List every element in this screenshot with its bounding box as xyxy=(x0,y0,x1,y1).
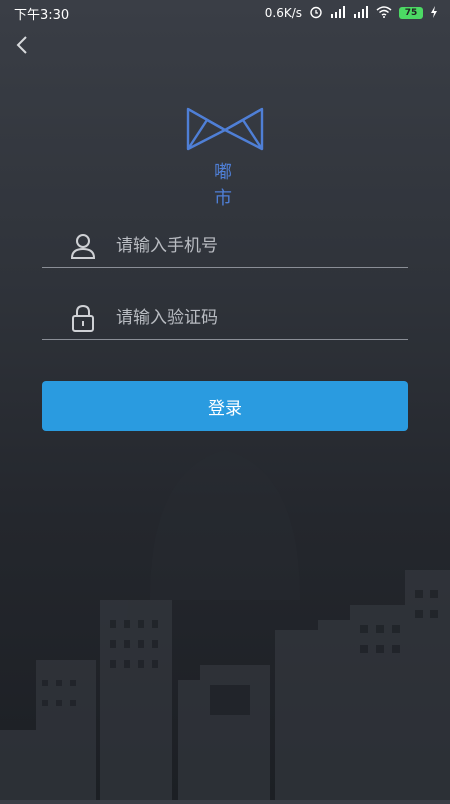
signal-icon xyxy=(330,5,346,21)
status-icons: 0.6K/s 75 xyxy=(265,5,438,22)
lock-icon xyxy=(68,303,98,333)
brand-name: 嘟 市 xyxy=(214,162,250,209)
status-time: 下午3:30 xyxy=(14,7,70,23)
charging-icon xyxy=(430,5,438,21)
alarm-icon xyxy=(309,5,323,22)
brand-logo xyxy=(185,106,265,152)
bowtie-logo-icon xyxy=(186,107,264,151)
back-button[interactable] xyxy=(12,32,34,58)
chevron-left-icon xyxy=(16,36,27,54)
phone-input[interactable] xyxy=(116,235,366,256)
battery-icon: 75 xyxy=(399,7,423,19)
user-icon xyxy=(68,231,98,261)
network-speed: 0.6K/s xyxy=(264,6,302,20)
wifi-icon xyxy=(376,5,392,21)
signal-icon-2 xyxy=(353,5,369,21)
status-bar: 下午3:30 0.6K/s 75 xyxy=(0,0,450,26)
code-field xyxy=(42,296,408,340)
login-button[interactable]: 登录 xyxy=(42,381,408,431)
code-input[interactable] xyxy=(116,307,366,328)
phone-field xyxy=(42,224,408,268)
cityscape-background xyxy=(0,430,450,800)
